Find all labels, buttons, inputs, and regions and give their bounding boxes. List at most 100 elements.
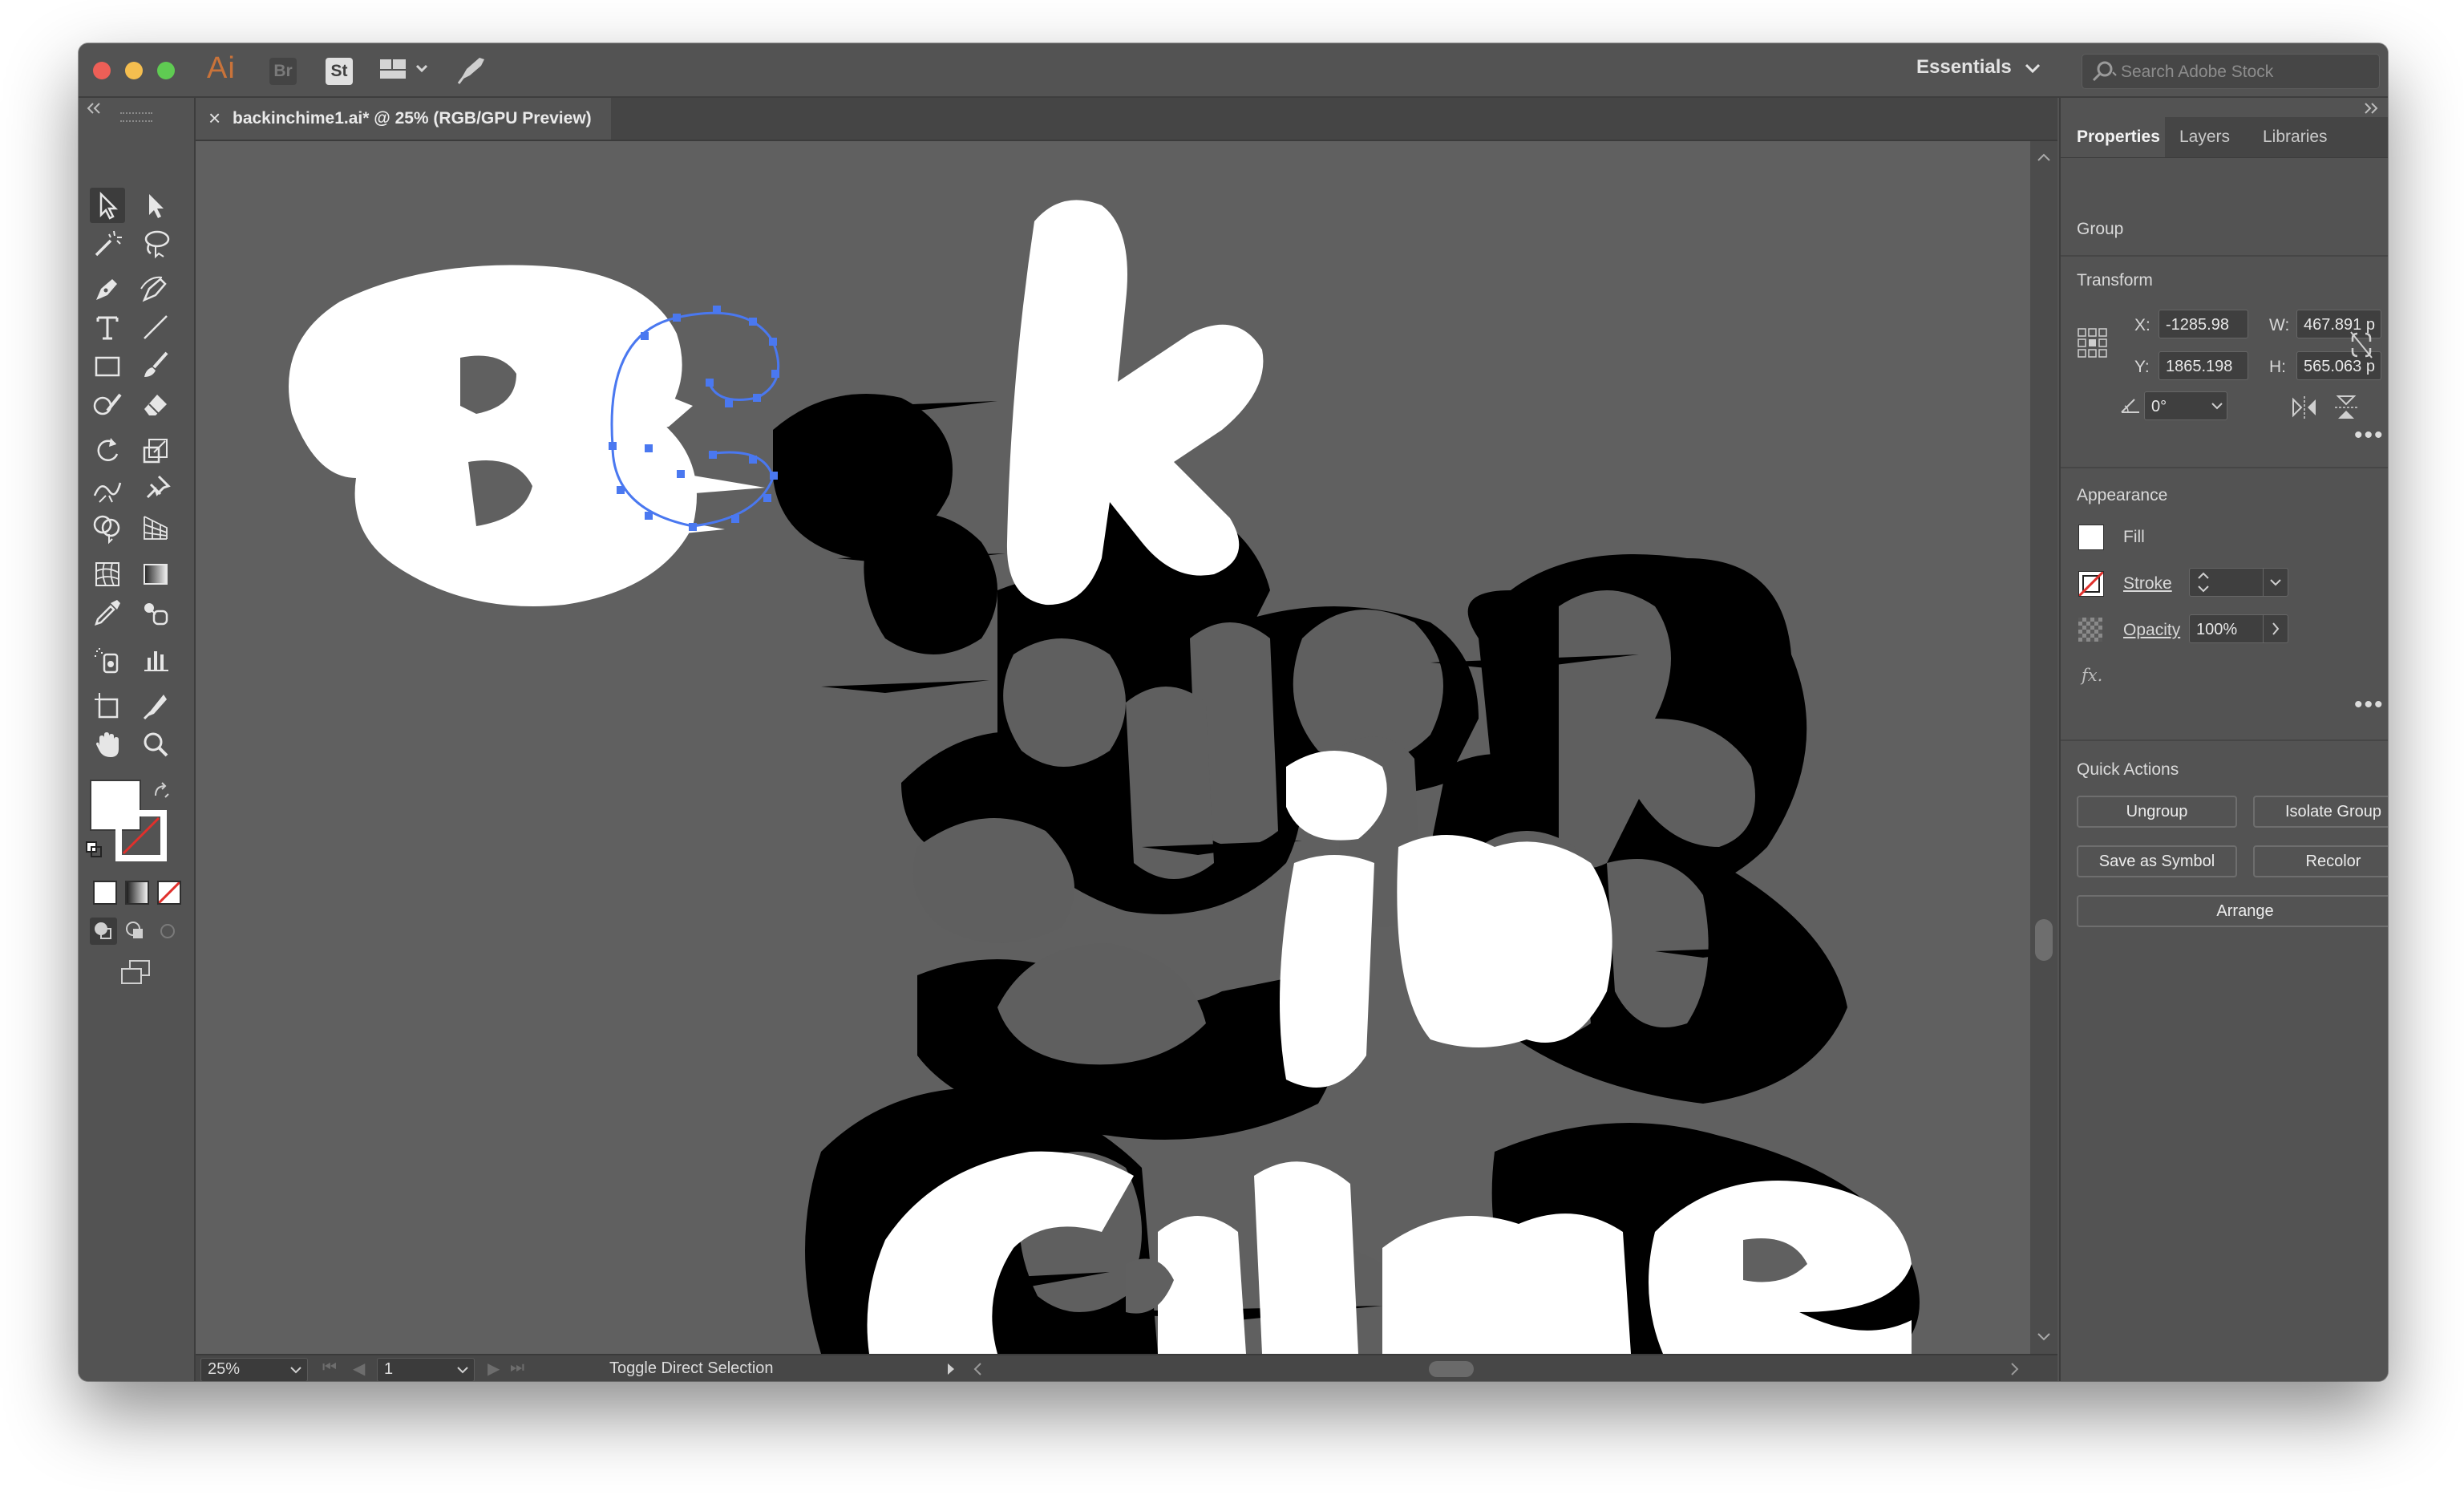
curvature-tool[interactable] [138,271,173,306]
constrain-proportions-icon[interactable] [2348,329,2375,361]
eraser-tool[interactable] [138,387,173,422]
tab-libraries[interactable]: Libraries [2253,117,2349,157]
ungroup-button[interactable]: Ungroup [2077,796,2237,828]
last-artboard-icon[interactable]: ⏭ [510,1359,524,1377]
scroll-left-arrow-icon[interactable] [970,1357,986,1381]
bridge-button[interactable]: Br [269,58,297,85]
horizontal-scroll-thumb[interactable] [1429,1361,1474,1377]
gradient-mode-button[interactable] [125,881,149,905]
mesh-tool[interactable] [90,557,125,592]
shaper-tool[interactable] [90,387,125,422]
slice-knife-icon [143,695,167,720]
more-appearance-options-button[interactable]: ••• [2354,691,2385,719]
vertical-scrollbar[interactable] [2030,141,2057,1354]
expand-panel-icon[interactable] [2361,101,2380,115]
draw-inside-button[interactable] [154,918,181,945]
symbol-sprayer-icon [95,648,119,674]
column-graph-tool[interactable] [138,642,173,677]
pen-tool[interactable] [90,271,125,306]
panel-grip[interactable] [120,112,152,122]
rotation-angle-field[interactable]: 0° [2144,391,2227,420]
scroll-right-arrow-icon[interactable] [2006,1357,2022,1381]
hand-tool[interactable] [90,727,125,762]
color-mode-button[interactable] [93,881,117,905]
line-segment-tool[interactable] [138,310,173,345]
shaper-icon [93,393,122,415]
next-artboard-icon[interactable]: ▶ [488,1359,500,1379]
artboard-canvas[interactable] [196,141,2030,1354]
scroll-up-arrow-icon[interactable] [2030,146,2057,170]
effects-button[interactable]: fx. [2082,666,2102,685]
close-document-icon[interactable]: × [208,106,221,131]
selection-arrow-icon [99,191,119,220]
selection-tool[interactable] [90,188,125,223]
tab-layers[interactable]: Layers [2170,117,2250,157]
stroke-swatch[interactable] [115,810,167,861]
fill-color-swatch[interactable] [2078,525,2104,550]
symbol-sprayer-tool[interactable] [90,642,125,677]
recolor-button[interactable]: Recolor [2253,845,2388,877]
artboard-number-field[interactable]: 1 [377,1358,475,1381]
scale-tool[interactable] [138,433,173,468]
flip-horizontal-icon[interactable] [2290,393,2319,422]
rocket-icon[interactable] [455,55,488,89]
stroke-label[interactable]: Stroke [2123,574,2172,594]
slice-tool[interactable] [138,688,173,723]
opacity-field[interactable]: 100% [2189,614,2288,643]
previous-artboard-icon[interactable]: ◀ [353,1359,365,1379]
stock-button[interactable]: St [326,58,353,85]
collapse-panel-icon[interactable] [85,101,104,115]
close-window-button[interactable] [93,62,111,79]
artboard-tool[interactable] [90,688,125,723]
shape-builder-tool[interactable] [90,510,125,545]
x-position-field[interactable]: -1285.98 [2159,310,2248,338]
status-menu-arrow-icon[interactable] [943,1357,959,1381]
reference-point-icon[interactable] [2077,327,2109,359]
none-mode-button[interactable] [157,881,181,905]
perspective-grid-tool[interactable] [138,510,173,545]
paintbrush-tool[interactable] [138,348,173,383]
magic-wand-tool[interactable] [90,226,125,261]
stroke-color-swatch[interactable] [2078,571,2104,597]
default-fill-stroke-icon[interactable] [85,841,104,860]
direct-selection-tool[interactable] [138,188,173,223]
zoom-window-button[interactable] [157,62,175,79]
swap-fill-stroke-icon[interactable] [152,781,172,800]
search-input[interactable] [2119,55,2371,90]
stock-search-box[interactable] [2082,54,2380,90]
column-graph-icon [144,651,168,671]
first-artboard-icon[interactable]: ⏮ [322,1359,337,1377]
flip-vertical-icon[interactable] [2332,393,2361,422]
gradient-tool[interactable] [138,557,173,592]
vertical-scroll-thumb[interactable] [2035,919,2053,961]
eyedropper-icon [95,600,120,626]
rectangle-tool[interactable] [90,348,125,383]
lettering-artwork[interactable] [196,141,2030,1354]
stroke-weight-field[interactable] [2189,568,2288,597]
isolate-group-button[interactable]: Isolate Group [2253,796,2388,828]
stepper-icon[interactable] [2191,569,2215,596]
opacity-label[interactable]: Opacity [2123,621,2180,640]
scroll-down-arrow-icon[interactable] [2030,1325,2057,1349]
save-as-symbol-button[interactable]: Save as Symbol [2077,845,2237,877]
puppet-warp-tool[interactable] [90,472,125,507]
lasso-tool[interactable] [138,226,173,261]
arrange-button[interactable]: Arrange [2077,895,2388,927]
y-position-field[interactable]: 1865.198 [2159,351,2248,380]
screen-mode-button[interactable] [115,958,156,990]
document-tab[interactable]: × backinchime1.ai* @ 25% (RGB/GPU Previe… [196,98,611,140]
eyedropper-tool[interactable] [90,595,125,630]
type-tool[interactable] [90,310,125,345]
draw-normal-button[interactable] [90,918,117,945]
minimize-window-button[interactable] [125,62,143,79]
rotate-tool[interactable] [90,433,125,468]
workspace-switcher[interactable]: Essentials [1916,56,2042,79]
draw-behind-button[interactable] [122,918,149,945]
pin-tool[interactable] [138,472,173,507]
zoom-level-field[interactable]: 25% [200,1358,308,1381]
more-transform-options-button[interactable]: ••• [2354,422,2385,449]
arrange-documents-icon[interactable] [378,56,435,87]
blend-tool[interactable] [138,595,173,630]
zoom-tool[interactable] [138,727,173,762]
tab-properties[interactable]: Properties [2061,117,2165,157]
